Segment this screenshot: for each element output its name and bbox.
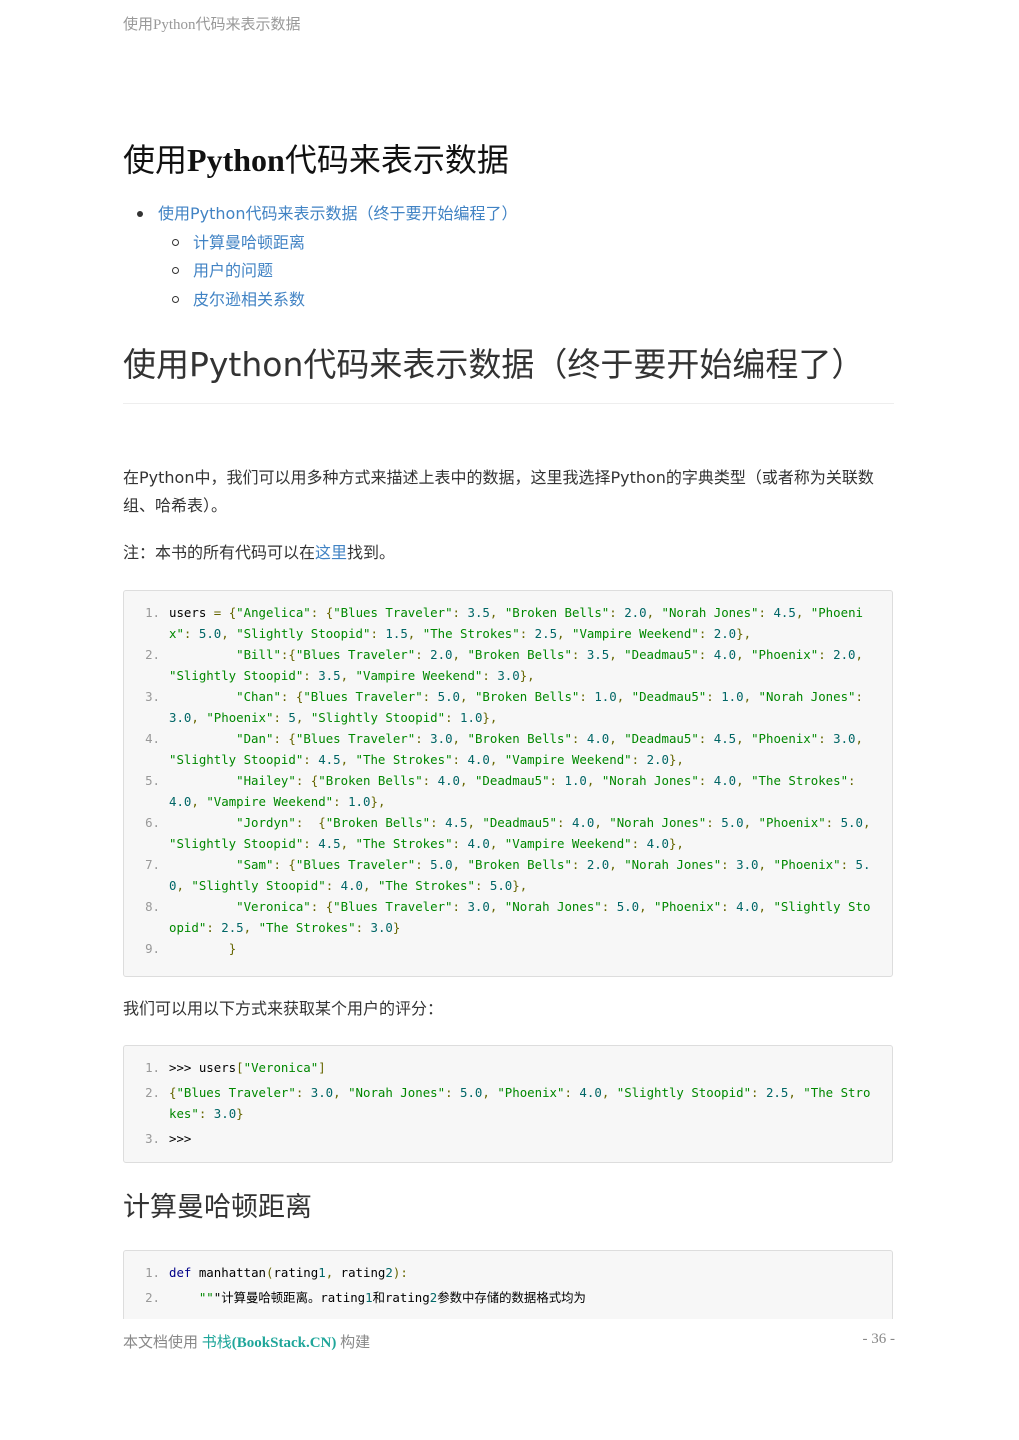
- toc-subitem: 用户的问题: [158, 257, 517, 286]
- code-line-text: "Hailey": {"Broken Bells": 4.0, "Deadmau…: [169, 773, 856, 809]
- code-line-number: 6.: [145, 815, 160, 830]
- code-line-text: "Sam": {"Blues Traveler": 5.0, "Broken B…: [169, 857, 871, 893]
- note-text: 注：本书的所有代码可以在: [123, 543, 316, 562]
- code-line-text: """计算曼哈顿距离。rating1和rating2参数中存储的数据格式均为: [198, 1290, 586, 1305]
- code-link[interactable]: 这里: [315, 543, 347, 562]
- footer-prefix: 本文档使用: [123, 1335, 202, 1351]
- toc-link-user-problem[interactable]: 用户的问题: [193, 261, 273, 280]
- code-line: 7. "Sam": {"Blues Traveler": 5.0, "Broke…: [124, 854, 876, 896]
- toc-item-main: 使用Python代码来表示数据（终于要开始编程了） 计算曼哈顿距离 用户的问题 …: [123, 200, 517, 314]
- code-line: 2. """计算曼哈顿距离。rating1和rating2参数中存储的数据格式均…: [124, 1287, 876, 1308]
- code-line-text: def manhattan(rating1, rating2):: [169, 1265, 408, 1280]
- brand-cn: 书栈: [201, 1335, 232, 1351]
- footer-suffix: 构建: [336, 1335, 371, 1351]
- code-line-number: 5.: [145, 773, 160, 788]
- brand-en: (BookStack.CN): [231, 1335, 337, 1351]
- code-line-text: users = {"Angelica": {"Blues Traveler": …: [169, 605, 863, 641]
- code-line-number: 3.: [145, 689, 160, 704]
- toc-link-manhattan[interactable]: 计算曼哈顿距离: [193, 233, 305, 252]
- code-line-number: 9.: [145, 941, 160, 956]
- code-block-veronica: 1. >>> users["Veronica"] 2. {"Blues Travele…: [123, 1045, 893, 1163]
- toc-sublist: 计算曼哈顿距离 用户的问题 皮尔逊相关系数: [158, 229, 517, 315]
- code-line: 1. >>> users["Veronica"]: [124, 1057, 876, 1078]
- code-line-number: 4.: [145, 731, 160, 746]
- code-line-text: "Veronica": {"Blues Traveler": 3.0, "Nor…: [169, 899, 871, 935]
- intro-paragraph: 在Python中，我们可以用多种方式来描述上表中的数据，这里我选择Python的…: [123, 468, 874, 515]
- code-line-number: 2.: [145, 1085, 160, 1100]
- table-of-contents: 使用Python代码来表示数据（终于要开始编程了） 计算曼哈顿距离 用户的问题 …: [123, 200, 517, 314]
- code-line: 9. }: [124, 938, 876, 959]
- paragraph-get-rating: 我们可以用以下方式来获取某个用户的评分：: [123, 999, 444, 1018]
- toc-subitem: 皮尔逊相关系数: [158, 286, 517, 315]
- code-line-text: >>> users["Veronica"]: [169, 1060, 326, 1075]
- code-line-number: 8.: [145, 899, 160, 914]
- code-line-text: "Chan": {"Blues Traveler": 5.0, "Broken …: [169, 689, 863, 725]
- code-line-number: 1.: [145, 1265, 160, 1280]
- code-line: 1. users = {"Angelica": {"Blues Traveler"…: [124, 602, 876, 644]
- running-header: 使用Python代码来表示数据: [123, 17, 301, 33]
- code-line: 3. >>>: [124, 1128, 876, 1149]
- code-line-text: }: [228, 941, 237, 956]
- code-line: 6. "Jordyn": {"Broken Bells": 4.5, "Dead…: [124, 812, 876, 854]
- note-text-end: 找到。: [347, 543, 396, 562]
- section-heading: 使用Python代码来表示数据（终于要开始编程了）: [123, 343, 894, 404]
- code-line-number: 2.: [145, 647, 160, 662]
- code-line: 2. {"Blues Traveler": 3.0, "Norah Jones":…: [124, 1082, 876, 1124]
- subsection-heading-manhattan: 计算曼哈顿距离: [123, 1192, 312, 1223]
- code-line: 2. "Bill":{"Blues Traveler": 2.0, "Broke…: [124, 644, 876, 686]
- toc-subitem: 计算曼哈顿距离: [158, 229, 517, 258]
- code-line-text: "Jordyn": {"Broken Bells": 4.5, "Deadmau…: [169, 815, 871, 851]
- code-line-number: 7.: [145, 857, 160, 872]
- code-line: 4. "Dan": {"Blues Traveler": 3.0, "Broke…: [124, 728, 876, 770]
- code-line: 5. "Hailey": {"Broken Bells": 4.0, "Dead…: [124, 770, 876, 812]
- code-line-number: 1.: [145, 605, 160, 620]
- toc-link-main[interactable]: 使用Python代码来表示数据（终于要开始编程了）: [158, 204, 517, 223]
- footer-credit: 本文档使用 书栈(BookStack.CN) 构建: [123, 1331, 370, 1352]
- code-line-text: >>>: [169, 1131, 192, 1146]
- page-title: 使用Python代码来表示数据: [123, 138, 509, 182]
- title-part1: 使用: [123, 142, 188, 178]
- code-line: 3. "Chan": {"Blues Traveler": 5.0, "Brok…: [124, 686, 876, 728]
- code-line-text: "Bill":{"Blues Traveler": 2.0, "Broken B…: [169, 647, 863, 683]
- code-line-number: 1.: [145, 1060, 160, 1075]
- code-line-text: "Dan": {"Blues Traveler": 3.0, "Broken B…: [169, 731, 863, 767]
- code-block-users: 1. users = {"Angelica": {"Blues Traveler"…: [123, 590, 893, 977]
- note-paragraph: 注：本书的所有代码可以在这里找到。: [123, 539, 894, 567]
- page-number: - 36 -: [862, 1331, 896, 1347]
- toc-link-pearson[interactable]: 皮尔逊相关系数: [193, 290, 305, 309]
- title-part3: 代码来表示数据: [284, 142, 509, 178]
- bookstack-link[interactable]: 书栈(BookStack.CN): [202, 1335, 337, 1351]
- code-line: 8. "Veronica": {"Blues Traveler": 3.0, "…: [124, 896, 876, 938]
- code-line: 1. def manhattan(rating1, rating2):: [124, 1262, 876, 1283]
- code-line-number: 3.: [145, 1131, 160, 1146]
- code-line-text: {"Blues Traveler": 3.0, "Norah Jones": 5…: [169, 1085, 871, 1121]
- title-part2: Python: [187, 142, 285, 178]
- code-line-number: 2.: [145, 1290, 160, 1305]
